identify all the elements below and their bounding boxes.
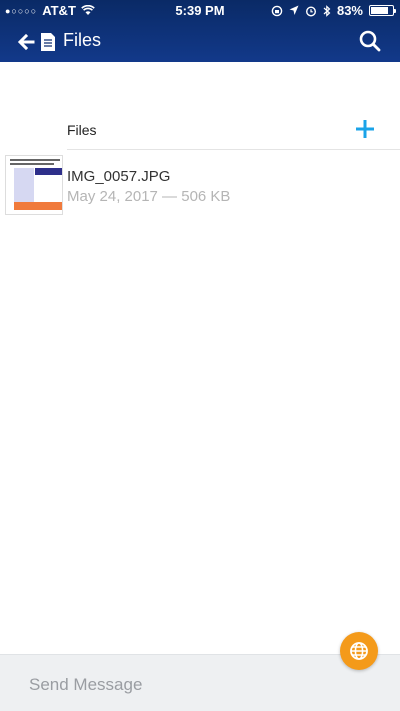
thumbnail-chart-block: [35, 168, 62, 175]
file-thumbnail: [5, 155, 63, 215]
document-icon: [41, 33, 55, 51]
top-bar: ●○○○○ AT&T 5:39 PM 83% Files: [0, 0, 400, 62]
message-bar: [0, 654, 400, 711]
plus-icon[interactable]: [354, 118, 376, 140]
status-bar: ●○○○○ AT&T 5:39 PM 83%: [0, 0, 400, 20]
thumbnail-text-line: [10, 163, 54, 165]
send-message-input[interactable]: [0, 655, 400, 711]
location-icon: [289, 5, 299, 15]
battery-percent: 83%: [336, 3, 363, 18]
page-title: Files: [63, 30, 102, 50]
section-title: Files: [67, 122, 97, 138]
battery-icon: [369, 5, 396, 16]
bluetooth-icon: [323, 4, 331, 17]
globe-icon: [350, 642, 368, 660]
thumbnail-chart-grid: [14, 168, 34, 202]
search-icon[interactable]: [358, 29, 382, 53]
thumbnail-text-line: [10, 159, 60, 161]
globe-button[interactable]: [340, 632, 378, 670]
file-meta: May 24, 2017 — 506 KB: [67, 188, 231, 205]
file-name: IMG_0057.JPG: [67, 168, 171, 185]
alarm-icon: [305, 5, 316, 17]
battery-level: [371, 7, 389, 14]
orientation-lock-icon: [271, 5, 283, 16]
files-section-header: Files: [67, 112, 400, 150]
file-list-item[interactable]: IMG_0057.JPG May 24, 2017 — 506 KB: [0, 152, 400, 218]
thumbnail-chart-bar: [14, 202, 62, 210]
nav-bar: Files: [0, 22, 400, 62]
arrow-left-icon[interactable]: [14, 30, 38, 54]
